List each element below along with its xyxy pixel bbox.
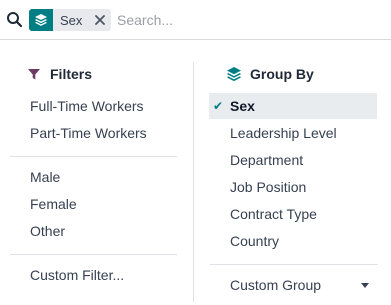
search-facet: Sex	[29, 9, 112, 31]
group-by-divider	[210, 264, 378, 265]
filters-divider	[10, 156, 177, 157]
group-by-label: Country	[230, 233, 280, 249]
close-icon[interactable]	[89, 9, 111, 31]
layers-icon	[226, 66, 242, 82]
custom-group-label: Custom Group	[230, 277, 322, 293]
group-by-label: Leadership Level	[230, 125, 337, 141]
group-by-sex[interactable]: ✔ Sex	[209, 93, 377, 119]
chevron-down-icon	[361, 283, 369, 288]
group-by-job-position[interactable]: Job Position	[209, 174, 377, 200]
search-input[interactable]	[117, 8, 382, 32]
custom-filter-link[interactable]: Custom Filter...	[30, 262, 124, 288]
group-by-label: Contract Type	[230, 206, 317, 222]
filter-full-time-workers[interactable]: Full-Time Workers	[30, 93, 144, 119]
group-by-title: Group By	[250, 66, 314, 82]
filter-part-time-workers[interactable]: Part-Time Workers	[30, 120, 147, 146]
layers-icon	[29, 9, 53, 31]
group-by-header: Group By	[226, 66, 314, 82]
group-by-department[interactable]: Department	[209, 147, 377, 173]
filter-female[interactable]: Female	[30, 191, 77, 217]
filters-title: Filters	[50, 66, 93, 82]
funnel-icon	[26, 66, 42, 82]
search-icon[interactable]	[6, 11, 24, 29]
column-divider	[193, 62, 194, 302]
filters-header: Filters	[26, 66, 92, 82]
group-by-contract-type[interactable]: Contract Type	[209, 201, 377, 227]
group-by-label: Department	[230, 152, 304, 168]
group-by-label: Sex	[230, 98, 255, 114]
filters-divider	[10, 254, 177, 255]
group-by-country[interactable]: Country	[209, 228, 377, 254]
group-by-label: Job Position	[230, 179, 307, 195]
search-bar: Sex	[0, 0, 391, 40]
checkmark-icon: ✔	[213, 99, 224, 113]
filter-male[interactable]: Male	[30, 164, 60, 190]
custom-group-select[interactable]: Custom Group	[209, 272, 377, 298]
facet-value: Sex	[60, 12, 83, 28]
group-by-leadership-level[interactable]: Leadership Level	[209, 120, 377, 146]
filter-other[interactable]: Other	[30, 218, 65, 244]
